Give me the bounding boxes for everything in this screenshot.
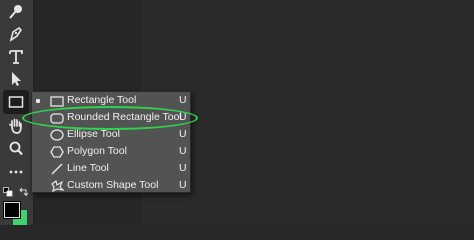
- more-tools-button[interactable]: [3, 160, 29, 184]
- line-icon: [49, 162, 65, 176]
- menu-item-rounded-rectangle-tool[interactable]: Rounded Rectangle Tool U: [32, 110, 190, 126]
- pen-icon: [9, 26, 23, 42]
- menu-item-label: Polygon Tool: [67, 145, 127, 157]
- selected-bullet-icon: [36, 99, 40, 103]
- hand-tool[interactable]: [3, 114, 29, 138]
- menu-item-label: Line Tool: [67, 162, 109, 174]
- menu-item-line-tool[interactable]: Line Tool U: [32, 161, 190, 177]
- eyedropper-icon: [9, 5, 22, 19]
- rounded-rectangle-icon: [49, 111, 65, 125]
- shortcut-key: U: [179, 179, 187, 191]
- ellipse-icon: [49, 128, 65, 142]
- menu-item-label: Custom Shape Tool: [67, 179, 159, 191]
- more-icon: [9, 170, 23, 174]
- hand-icon: [9, 118, 22, 134]
- menu-item-ellipse-tool[interactable]: Ellipse Tool U: [32, 127, 190, 143]
- path-selection-tool[interactable]: [3, 67, 29, 91]
- swap-colors-icon[interactable]: [18, 187, 28, 197]
- custom-shape-icon: [49, 179, 65, 193]
- menu-item-rectangle-tool[interactable]: Rectangle Tool U: [32, 93, 190, 109]
- arrow-icon: [12, 72, 21, 86]
- menu-item-label: Ellipse Tool: [67, 128, 120, 140]
- zoom-tool[interactable]: [3, 137, 29, 161]
- polygon-icon: [49, 145, 65, 159]
- shape-tools-flyout-menu: Rectangle Tool U Rounded Rectangle Tool …: [31, 91, 191, 193]
- default-colors-icon[interactable]: [3, 187, 13, 197]
- type-icon: [9, 50, 23, 64]
- tools-panel: [0, 0, 35, 225]
- shortcut-key: U: [179, 145, 187, 157]
- menu-item-custom-shape-tool[interactable]: Custom Shape Tool U: [32, 178, 190, 194]
- shortcut-key: U: [179, 111, 187, 123]
- menu-item-label: Rounded Rectangle Tool: [67, 111, 182, 123]
- menu-item-label: Rectangle Tool: [67, 94, 137, 106]
- shortcut-key: U: [179, 94, 187, 106]
- rectangle-icon: [8, 96, 24, 108]
- shortcut-key: U: [179, 162, 187, 174]
- pen-tool[interactable]: [3, 22, 29, 46]
- shortcut-key: U: [179, 128, 187, 140]
- rectangle-tool[interactable]: [3, 90, 29, 114]
- type-tool[interactable]: [3, 45, 29, 69]
- rectangle-icon: [49, 94, 65, 108]
- zoom-icon: [9, 141, 23, 156]
- menu-item-polygon-tool[interactable]: Polygon Tool U: [32, 144, 190, 160]
- foreground-color-swatch[interactable]: [3, 201, 21, 219]
- eyedropper-tool[interactable]: [3, 0, 29, 24]
